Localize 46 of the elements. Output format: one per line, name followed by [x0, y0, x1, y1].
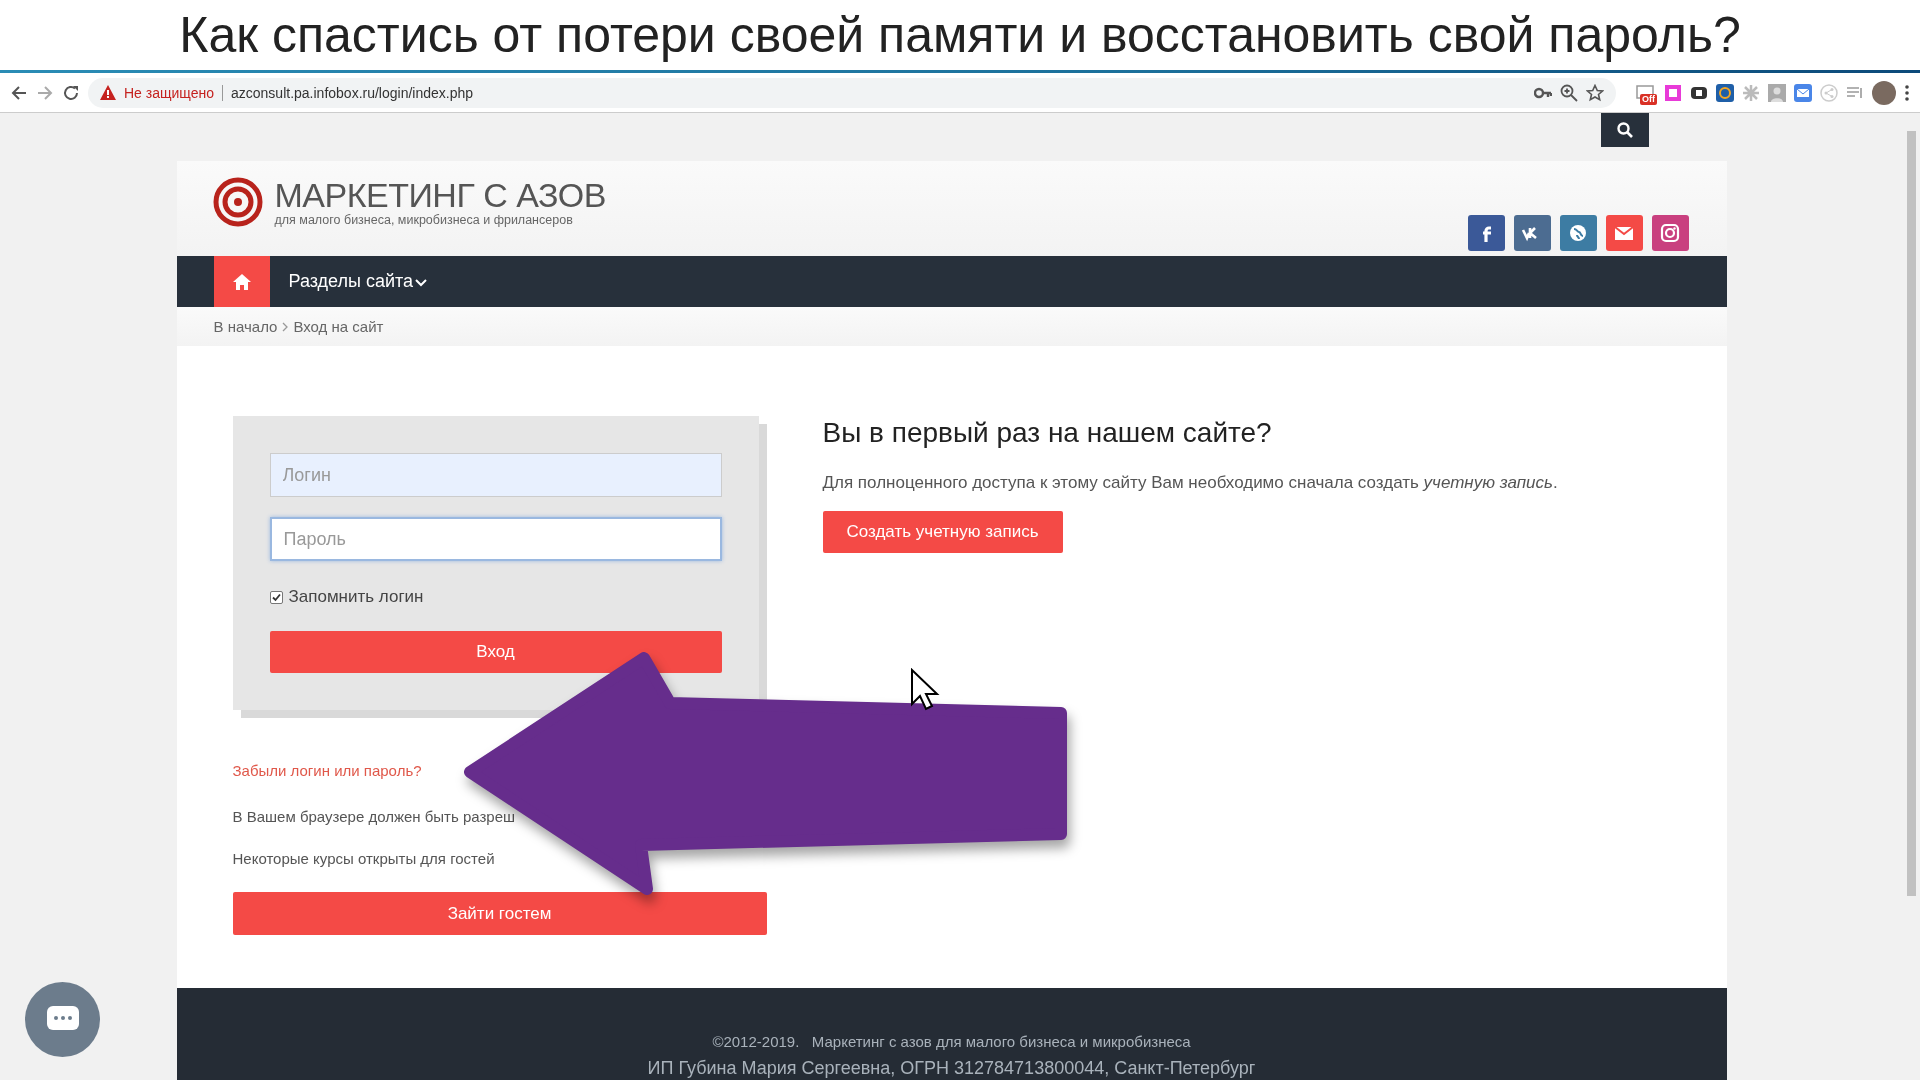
- signup-heading: Вы в первый раз на нашем сайте?: [822, 417, 1272, 449]
- mail-icon[interactable]: [1794, 83, 1812, 102]
- caret-icon[interactable]: [415, 276, 428, 287]
- footer-text: ИП Губина Мария Сергеевна, ОГРН 312784713800044, Санкт-Петербург: [647, 1058, 1256, 1079]
- site-sections-menu[interactable]: Разделы сайта: [269, 256, 428, 307]
- password-field[interactable]: Пароль: [269, 517, 722, 561]
- login-button[interactable]: Вход: [269, 631, 722, 673]
- checkbox-label: Запомнить логин: [288, 587, 424, 607]
- reload-icon[interactable]: [62, 83, 80, 102]
- instagram-icon[interactable]: [1659, 222, 1681, 244]
- home-button[interactable]: [213, 256, 270, 307]
- warning-icon: [100, 85, 116, 100]
- info-text: Некоторые курсы открыты для гостей: [232, 850, 496, 867]
- url-text: azconsult.pa.infobox.ru/login/index.php: [231, 84, 475, 101]
- search-button[interactable]: [1600, 113, 1649, 147]
- forgot-password-link[interactable]: Забыли логин или пароль?: [232, 762, 422, 779]
- vk-button[interactable]: [1513, 215, 1551, 251]
- site-title[interactable]: МАРКЕТИНГ С АЗОВ: [274, 176, 606, 213]
- info-text: В Вашем браузере должен быть разреш: [232, 808, 517, 825]
- create-account-button[interactable]: Создать учетную запись: [822, 511, 1063, 553]
- target-logo-icon[interactable]: [212, 176, 263, 227]
- off-badge: Off: [1640, 93, 1657, 105]
- login-field[interactable]: Логин: [269, 453, 722, 497]
- site-tagline: для малого бизнеса, микробизнеса и фрилансеров: [274, 212, 574, 227]
- instagram-button[interactable]: [1651, 215, 1689, 251]
- chevron-icon: [281, 320, 290, 333]
- square-icon[interactable]: [1664, 83, 1682, 102]
- home-icon[interactable]: [231, 272, 252, 291]
- security-label: Не защищено: [124, 84, 223, 101]
- star-icon[interactable]: [1586, 83, 1604, 102]
- breadcrumb-link[interactable]: В начало: [213, 318, 278, 335]
- zoom-icon[interactable]: [1560, 83, 1578, 102]
- envelope-button[interactable]: [1605, 215, 1643, 251]
- footer-text: ©2012-2019. Маркетинг с азов для малого бизнеса и микробизнеса: [712, 1033, 1191, 1050]
- scrollbar-thumb[interactable]: [1907, 131, 1916, 896]
- avatar[interactable]: [1872, 80, 1896, 105]
- signup-text: Для полноценного доступа к этому сайту Вам необходимо сначала создать учетную запись.: [822, 473, 1558, 493]
- remember-checkbox[interactable]: [269, 590, 283, 604]
- search-icon[interactable]: [1616, 122, 1633, 138]
- facebook-button[interactable]: [1467, 215, 1505, 251]
- video-caption: Как спастись от потери своей памяти и восстановить свой пароль?: [179, 6, 1741, 64]
- address-bar[interactable]: Не защищено azconsult.pa.infobox.ru/login/index.php: [88, 77, 1616, 108]
- key-icon[interactable]: [1534, 86, 1552, 99]
- guest-login-button[interactable]: Зайти гостем: [232, 892, 767, 935]
- more-menu-icon[interactable]: [1904, 83, 1910, 102]
- back-arrow-icon[interactable]: [10, 83, 28, 102]
